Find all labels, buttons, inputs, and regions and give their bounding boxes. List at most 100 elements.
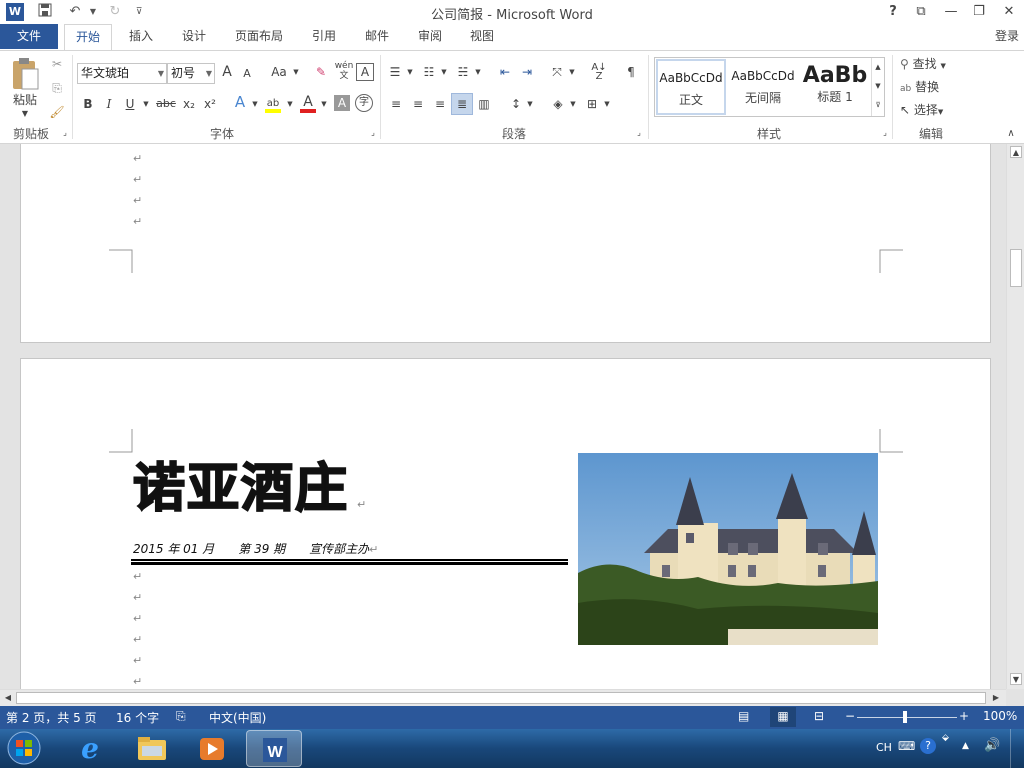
shading-dropdown-icon[interactable]: ▼: [569, 95, 577, 115]
font-color-dropdown-icon[interactable]: ▼: [319, 95, 329, 115]
media-player-taskbar-button[interactable]: [184, 730, 240, 767]
zoom-slider-track[interactable]: [857, 717, 957, 718]
explorer-taskbar-button[interactable]: [124, 730, 180, 767]
scroll-up-icon[interactable]: ▲: [1010, 146, 1022, 158]
scroll-thumb[interactable]: [1010, 249, 1022, 287]
phonetic-guide-button[interactable]: wén 文: [333, 61, 355, 81]
numbering-icon[interactable]: ☷: [420, 63, 438, 83]
paste-dropdown-icon[interactable]: ▼: [18, 105, 32, 125]
highlight-dropdown-icon[interactable]: ▼: [285, 95, 295, 115]
styles-launcher-icon[interactable]: ⌟: [880, 127, 890, 139]
style-heading-1[interactable]: AaBb 标题 1: [800, 59, 870, 115]
tab-file[interactable]: 文件: [0, 24, 58, 49]
restore-icon[interactable]: ❐: [966, 2, 992, 22]
copy-icon[interactable]: ⎘: [48, 79, 66, 99]
character-shading-button[interactable]: A: [334, 95, 350, 111]
word-count-status[interactable]: 16 个字: [116, 709, 159, 726]
line-spacing-dropdown-icon[interactable]: ▼: [526, 95, 534, 115]
h-scroll-thumb[interactable]: [16, 692, 986, 704]
read-mode-icon[interactable]: ▤: [738, 709, 749, 723]
start-button[interactable]: [4, 730, 48, 767]
text-effects-icon[interactable]: A: [231, 93, 249, 113]
styles-scroll-up-icon[interactable]: ▲: [871, 58, 884, 77]
distributed-icon[interactable]: ▥: [474, 95, 494, 115]
collapse-ribbon-icon[interactable]: ∧: [1004, 127, 1018, 141]
tab-view[interactable]: 视图: [462, 24, 502, 50]
castle-photo[interactable]: [578, 453, 878, 645]
shading-icon[interactable]: ◈: [548, 95, 568, 115]
ime-indicator[interactable]: CH: [876, 741, 892, 754]
scroll-down-icon[interactable]: ▼: [1010, 673, 1022, 685]
underline-button[interactable]: U: [122, 95, 138, 115]
italic-button[interactable]: I: [101, 95, 117, 115]
zoom-out-icon[interactable]: −: [845, 709, 855, 723]
grow-font-button[interactable]: A: [219, 63, 235, 83]
tab-references[interactable]: 引用: [304, 24, 344, 50]
zoom-slider-handle[interactable]: [903, 711, 907, 723]
help-button[interactable]: ?: [880, 2, 906, 22]
change-case-button[interactable]: Aa: [268, 63, 290, 83]
numbering-dropdown-icon[interactable]: ▼: [440, 63, 448, 83]
tab-home[interactable]: 开始: [64, 24, 112, 51]
tab-review[interactable]: 审阅: [410, 24, 450, 50]
line-spacing-icon[interactable]: ↕: [506, 95, 526, 115]
volume-icon[interactable]: 🔊: [984, 738, 1000, 753]
cut-icon[interactable]: ✂: [48, 55, 66, 75]
subscript-button[interactable]: x₂: [180, 95, 198, 115]
decrease-indent-icon[interactable]: ⇤: [496, 63, 514, 83]
tab-mailings[interactable]: 邮件: [357, 24, 397, 50]
minimize-icon[interactable]: —: [938, 2, 964, 22]
issue-info-line[interactable]: 2015 年 01 月 第 39 期 宣传部主办↵: [133, 540, 378, 557]
increase-indent-icon[interactable]: ⇥: [518, 63, 536, 83]
tab-design[interactable]: 设计: [174, 24, 214, 50]
style-normal[interactable]: AaBbCcDd 正文: [656, 59, 726, 115]
change-case-dropdown-icon[interactable]: ▼: [292, 63, 300, 83]
proofing-icon[interactable]: ⎘: [176, 709, 186, 724]
underline-dropdown-icon[interactable]: ▼: [141, 95, 151, 115]
scroll-right-icon[interactable]: ▶: [990, 692, 1002, 704]
print-layout-icon[interactable]: ▦: [770, 707, 796, 727]
horizontal-scrollbar[interactable]: ◀ ▶: [0, 689, 1006, 706]
font-launcher-icon[interactable]: ⌟: [368, 127, 378, 139]
ie-taskbar-button[interactable]: e: [62, 730, 118, 767]
scroll-left-icon[interactable]: ◀: [2, 692, 14, 704]
chinese-layout-dropdown-icon[interactable]: ▼: [568, 63, 576, 83]
sort-icon[interactable]: A↓ Z: [590, 63, 608, 83]
paste-icon[interactable]: [8, 57, 42, 93]
enclose-characters-button[interactable]: 字: [355, 94, 373, 112]
superscript-button[interactable]: x²: [201, 95, 219, 115]
align-center-icon[interactable]: ≡: [408, 95, 428, 115]
chinese-layout-icon[interactable]: ⤧: [548, 63, 566, 83]
bullets-dropdown-icon[interactable]: ▼: [406, 63, 414, 83]
font-color-button[interactable]: A: [298, 93, 318, 113]
font-name-combo[interactable]: 华文琥珀 ▼: [77, 63, 167, 84]
close-icon[interactable]: ✕: [996, 2, 1022, 22]
ime-help-icon[interactable]: ?: [920, 738, 936, 754]
multilevel-dropdown-icon[interactable]: ▼: [474, 63, 482, 83]
styles-more-icon[interactable]: ⊽: [871, 96, 884, 116]
highlight-color-button[interactable]: ab: [263, 93, 283, 113]
keyboard-icon[interactable]: ⌨: [898, 739, 915, 753]
zoom-level[interactable]: 100%: [983, 709, 1017, 723]
replace-button[interactable]: ab 替换: [900, 78, 962, 98]
clipboard-launcher-icon[interactable]: ⌟: [60, 127, 70, 139]
login-link[interactable]: 登录: [990, 24, 1024, 50]
ribbon-display-options-icon[interactable]: ⧉: [908, 2, 934, 22]
styles-scroll-down-icon[interactable]: ▼: [871, 77, 884, 96]
borders-dropdown-icon[interactable]: ▼: [603, 95, 611, 115]
bold-button[interactable]: B: [80, 95, 96, 115]
shrink-font-button[interactable]: A: [240, 65, 254, 85]
ime-options-icon[interactable]: ⬙: [942, 733, 949, 743]
page-count-status[interactable]: 第 2 页，共 5 页: [6, 709, 97, 726]
paragraph-launcher-icon[interactable]: ⌟: [634, 127, 644, 139]
word-taskbar-button[interactable]: W: [246, 730, 302, 767]
bullets-icon[interactable]: ☰: [386, 63, 404, 83]
format-painter-icon[interactable]: 🖌: [48, 103, 66, 123]
newsletter-title[interactable]: 诺亚酒庄: [132, 457, 349, 521]
align-left-icon[interactable]: ≡: [386, 95, 406, 115]
show-hidden-icons[interactable]: ▲: [962, 741, 969, 751]
style-no-spacing[interactable]: AaBbCcDd 无间隔: [728, 59, 798, 115]
zoom-in-icon[interactable]: +: [959, 709, 969, 723]
text-effects-dropdown-icon[interactable]: ▼: [250, 95, 260, 115]
find-button[interactable]: ⚲ 查找 ▼: [900, 55, 962, 75]
